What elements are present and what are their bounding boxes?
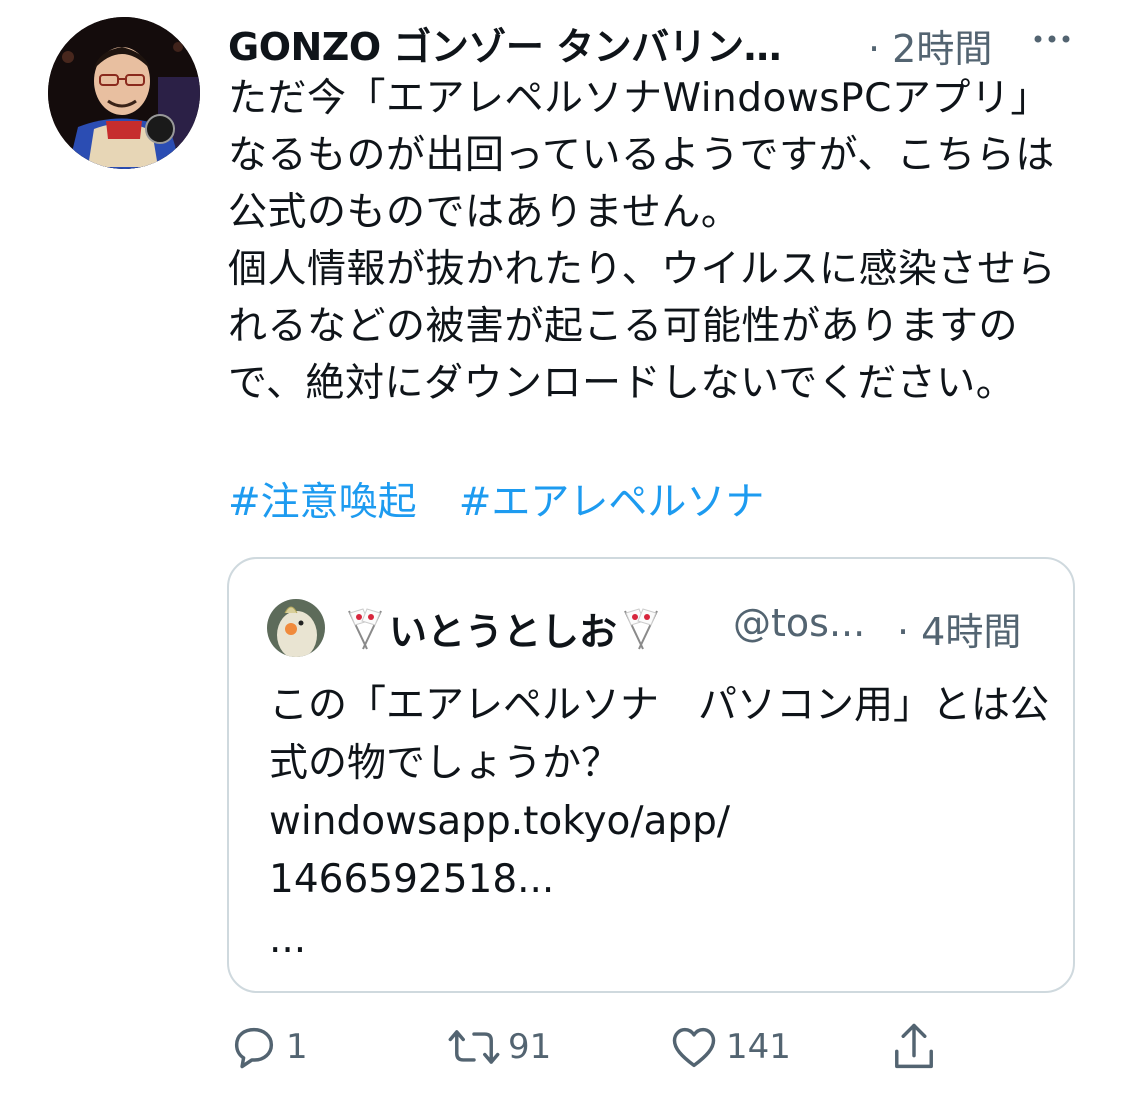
like-count: 141 [726,1027,791,1067]
author-avatar[interactable] [48,17,200,169]
tweet-text: ただ今「エアレペルソナWindowsPCアプリ」なるものが出回っているようですが… [228,76,1056,406]
tweet-header: GONZO ゴンゾー タンバリン… · 2時間 [228,14,1098,71]
reply-count: 1 [286,1027,308,1067]
reply-button[interactable]: 1 [228,1012,308,1082]
retweet-count: 91 [508,1027,552,1067]
hashtag-link[interactable]: #エアレペルソナ [459,480,765,525]
quoted-tweet-card[interactable]: いとうとしお @tos... · 4時間 この「エアレペルソナ パソコン用」とは… [227,557,1075,993]
japan-flags-icon [341,607,389,660]
quoted-author-handle[interactable]: @tos... [733,601,883,645]
tweet-action-bar: 1 91 141 [228,1012,1088,1082]
hashtag-list: #注意喚起 #エアレペルソナ [228,474,764,531]
quoted-author-name[interactable]: いとうとしお [389,610,617,654]
share-button[interactable] [888,1012,940,1082]
quoted-author-avatar[interactable] [267,599,325,657]
reply-icon [228,1021,280,1073]
retweet-button[interactable]: 91 [446,1012,551,1082]
tweet-timestamp[interactable]: · 2時間 [868,18,992,73]
hashtag-link[interactable]: #注意喚起 [228,480,417,525]
retweet-icon [446,1021,502,1073]
like-button[interactable]: 141 [668,1012,791,1082]
author-display-name[interactable]: GONZO ゴンゾー タンバリン… [228,16,846,71]
quoted-tweet-text: この「エアレペルソナ パソコン用」とは公式の物でしょうか？ windowsapp… [269,683,1050,902]
more-icon[interactable] [1030,22,1074,60]
share-icon [888,1019,940,1075]
like-icon [668,1021,720,1073]
japan-flags-icon [617,607,665,660]
quoted-tweet-more: ... [269,917,307,962]
quoted-tweet-timestamp[interactable]: · 4時間 [897,601,1021,656]
quoted-tweet-header: いとうとしお @tos... · 4時間 [341,601,1061,656]
